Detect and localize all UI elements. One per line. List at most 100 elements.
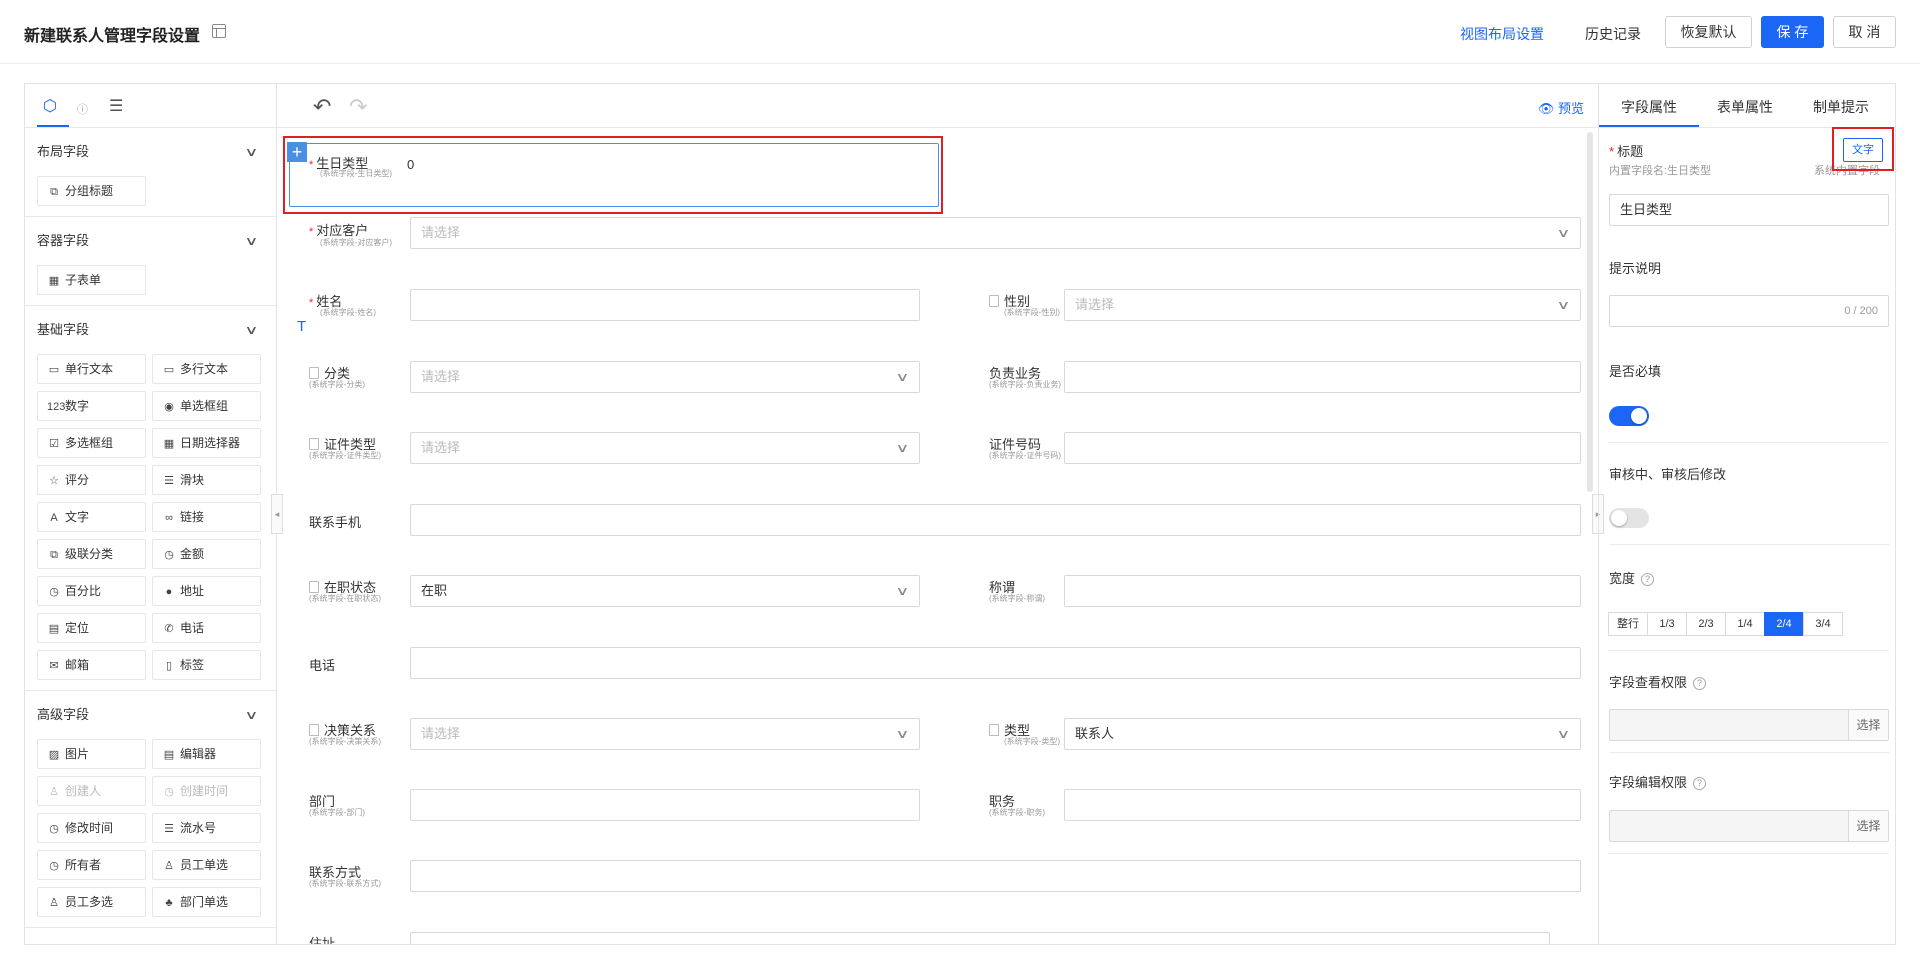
view-permission-input[interactable]: 选择 [1609,709,1889,741]
palette-item[interactable]: 123数字 [37,391,146,421]
preview-button[interactable]: 👁 预览 [1538,98,1584,117]
save-button[interactable]: 保 存 [1761,16,1824,48]
text-button[interactable]: 文字 [1843,138,1883,162]
redo-icon[interactable]: ↷ [349,94,367,120]
phone-input[interactable] [410,647,1581,679]
title-input[interactable]: 生日类型 [1609,194,1889,226]
mobile-input[interactable] [410,504,1581,536]
palette-item[interactable]: ☰ 流水号 [152,813,261,843]
palette-item-label: 文字 [65,510,90,524]
palette-item[interactable]: ∞ 链接 [152,502,261,532]
palette-section-header[interactable]: 基础字段 ∨ [37,306,264,354]
tab-field-properties[interactable]: 字段属性 [1621,97,1677,117]
width-option[interactable]: 3/4 [1803,612,1843,636]
palette-item-label: 员工单选 [180,858,229,872]
palette-item[interactable]: ⧉ 分组标题 [37,176,146,206]
tree-icon[interactable]: ☰ [109,96,123,116]
field-label-phone: 电话 [309,658,336,673]
view-layout-link[interactable]: 视图布局设置 [1460,24,1544,44]
required-toggle[interactable] [1609,406,1649,426]
palette-item[interactable]: ◷ 所有者 [37,850,146,880]
chevron-down-icon: ∨ [244,323,259,337]
palette-item[interactable]: ♣ 部门单选 [152,887,261,917]
field-type-icon: ▦ [48,275,60,287]
post-input[interactable] [1064,789,1581,821]
palette-item[interactable]: ▦ 日期选择器 [152,428,261,458]
palette-item[interactable]: ♙ 员工单选 [152,850,261,880]
palette-item[interactable]: ⧉ 级联分类 [37,539,146,569]
field-type-icon: ▦ [163,438,175,450]
move-handle-icon[interactable]: + [287,142,307,162]
palette-item-label: 流水号 [180,821,217,835]
review-edit-toggle[interactable] [1609,508,1649,528]
palette-item[interactable]: ▯ 标签 [152,650,261,680]
dept-input[interactable] [410,789,920,821]
job-status-select[interactable]: 在职 ∨ [410,575,920,607]
customer-select[interactable]: 请选择 ∨ [410,217,1581,249]
address-input[interactable] [410,932,1550,944]
decision-select[interactable]: 请选择 ∨ [410,718,920,750]
palette-item[interactable]: ▭ 单行文本 [37,354,146,384]
field-type-icon: ☆ [49,475,59,487]
layout-icon[interactable] [212,24,226,38]
palette-item[interactable]: ♙ 员工多选 [37,887,146,917]
history-link[interactable]: 历史记录 [1585,24,1641,44]
gender-select[interactable]: 请选择 ∨ [1064,289,1581,321]
tab-form-properties[interactable]: 表单属性 [1717,97,1773,117]
width-option[interactable]: 2/4 [1764,612,1804,636]
id-no-input[interactable] [1064,432,1581,464]
palette-item[interactable]: ▦ 子表单 [37,265,146,295]
field-sub-category: (系统字段-分类) [309,380,365,389]
field-type-icon: ◷ [49,586,59,598]
undo-icon[interactable]: ↶ [313,94,331,120]
palette-section-header[interactable]: 高级字段 ∨ [37,691,264,739]
palette-item[interactable]: ▤ 编辑器 [152,739,261,769]
palette-item[interactable]: ◷ 修改时间 [37,813,146,843]
field-label-address: 住址 [309,936,336,944]
palette-item[interactable]: ◉ 单选框组 [152,391,261,421]
cube-icon[interactable]: ⬡ [43,96,57,116]
width-option[interactable]: 1/3 [1647,612,1687,636]
category-select[interactable]: 请选择 ∨ [410,361,920,393]
id-type-select[interactable]: 请选择 ∨ [410,432,920,464]
width-option[interactable]: 2/3 [1686,612,1726,636]
palette-item[interactable]: ▨ 图片 [37,739,146,769]
palette-item[interactable]: ✆ 电话 [152,613,261,643]
palette-item[interactable]: ☰ 滑块 [152,465,261,495]
field-type-icon: 123 [47,401,66,413]
help-icon[interactable]: ⓘ [77,101,88,117]
palette-item[interactable]: ✉ 邮箱 [37,650,146,680]
restore-default-button[interactable]: 恢复默认 [1665,16,1752,48]
business-input[interactable] [1064,361,1581,393]
field-type-icon: ▤ [48,623,60,635]
hint-input[interactable]: 0 / 200 [1609,295,1889,327]
name-input[interactable] [410,289,920,321]
palette-item[interactable]: ☑ 多选框组 [37,428,146,458]
canvas-scrollbar[interactable] [1587,132,1593,492]
edit-permission-choose-button[interactable]: 选择 [1848,811,1888,841]
view-permission-choose-button[interactable]: 选择 [1848,710,1888,740]
palette-item-label: 金额 [180,547,205,561]
collapse-left-handle[interactable]: ◂ [271,494,283,534]
palette-section-header[interactable]: 布局字段 ∨ [37,128,264,176]
palette-item[interactable]: A 文字 [37,502,146,532]
type-select[interactable]: 联系人 ∨ [1064,718,1581,750]
tab-document-hints[interactable]: 制单提示 [1813,97,1869,117]
palette-item[interactable]: ◷ 百分比 [37,576,146,606]
palette-item[interactable]: ▭ 多行文本 [152,354,261,384]
contact-input[interactable] [410,860,1581,892]
title-input[interactable] [1064,575,1581,607]
width-option[interactable]: 1/4 [1725,612,1765,636]
field-type-icon: ✆ [164,623,174,635]
properties-panel: 字段属性 表单属性 制单提示 * 标题 内置字段名:生日类型 系统内置字段 生日类… [1598,84,1895,944]
palette-item-label: 所有者 [65,858,102,872]
palette-item[interactable]: ▤ 定位 [37,613,146,643]
palette-item[interactable]: ● 地址 [152,576,261,606]
palette-item[interactable]: ◷ 金额 [152,539,261,569]
field-sub-name: (系统字段-姓名) [320,308,376,317]
cancel-button[interactable]: 取 消 [1833,16,1896,48]
edit-permission-input[interactable]: 选择 [1609,810,1889,842]
palette-section-header[interactable]: 容器字段 ∨ [37,217,264,265]
width-option[interactable]: 整行 [1608,612,1648,636]
palette-item[interactable]: ☆ 评分 [37,465,146,495]
